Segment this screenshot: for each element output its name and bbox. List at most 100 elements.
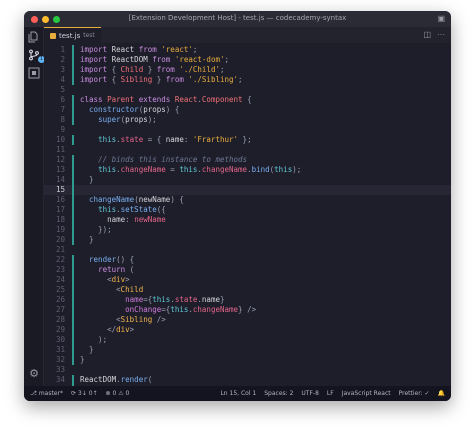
- code-token: import: [80, 65, 112, 74]
- line-number[interactable]: 23: [46, 265, 65, 275]
- sync-indicator[interactable]: ⟳ 3↓ 0↑: [71, 390, 98, 397]
- line-number[interactable]: 7: [46, 105, 65, 115]
- line-number[interactable]: 15: [46, 185, 65, 195]
- line-number[interactable]: 10: [46, 135, 65, 145]
- code-line[interactable]: 33: [44, 365, 451, 375]
- code-line[interactable]: 26 name={this.state.name}: [44, 295, 451, 305]
- code-line[interactable]: 32}: [44, 355, 451, 365]
- code-line[interactable]: 14 }: [44, 175, 451, 185]
- code-line[interactable]: 34 ReactDOM.render(: [44, 375, 451, 385]
- branch-indicator[interactable]: ⎇ master*: [30, 390, 63, 397]
- line-number[interactable]: 28: [46, 315, 65, 325]
- line-number[interactable]: 4: [46, 75, 65, 85]
- split-editor-icon[interactable]: ◫: [423, 29, 431, 40]
- code-line[interactable]: 10 this.state = { name: 'Frarthur' };: [44, 135, 451, 145]
- code-line[interactable]: 3 import { Child } from './Child';: [44, 65, 451, 75]
- code-line[interactable]: 12 // binds this instance to methods: [44, 155, 451, 165]
- code-line[interactable]: 9: [44, 125, 451, 135]
- code-line[interactable]: 30 );: [44, 335, 451, 345]
- code-line[interactable]: 16 changeName(newName) {: [44, 195, 451, 205]
- line-number[interactable]: 30: [46, 335, 65, 345]
- code-token: ;: [219, 65, 225, 74]
- files-icon[interactable]: [28, 31, 40, 43]
- line-number[interactable]: 32: [46, 355, 65, 365]
- code-line[interactable]: 19 });: [44, 225, 451, 235]
- line-number[interactable]: 29: [46, 325, 65, 335]
- code-line[interactable]: 7 constructor(props) {: [44, 105, 451, 115]
- code-token: name: [107, 215, 126, 224]
- line-number[interactable]: 14: [46, 175, 65, 185]
- line-number[interactable]: 24: [46, 275, 65, 285]
- git-added-gutter-marker: [72, 165, 74, 175]
- code-line[interactable]: 29 </div>: [44, 325, 451, 335]
- code-line[interactable]: 23 return (: [44, 265, 451, 275]
- line-number[interactable]: 16: [46, 195, 65, 205]
- tab-description: test: [83, 32, 95, 39]
- language-mode[interactable]: JavaScript React: [342, 390, 391, 397]
- line-number[interactable]: 11: [46, 145, 65, 155]
- line-number[interactable]: 12: [46, 155, 65, 165]
- prettier-status[interactable]: Prettier: ✓: [399, 390, 430, 397]
- code-line[interactable]: 15: [44, 185, 451, 195]
- code-line[interactable]: 5: [44, 85, 451, 95]
- code-token: } />: [238, 305, 257, 314]
- indentation[interactable]: Spaces: 2: [264, 390, 293, 397]
- line-number[interactable]: 18: [46, 215, 65, 225]
- code-line[interactable]: 20 }: [44, 235, 451, 245]
- problems-indicator[interactable]: ⊗ 0 ⚠ 0: [106, 390, 130, 397]
- line-number[interactable]: 25: [46, 285, 65, 295]
- code-line[interactable]: 13 this.changeName = this.changeName.bin…: [44, 165, 451, 175]
- cursor-position[interactable]: Ln 15, Col 1: [220, 390, 256, 397]
- source-control-icon[interactable]: 1: [28, 49, 45, 63]
- more-icon[interactable]: ···: [437, 29, 445, 40]
- git-added-gutter-marker: [72, 155, 74, 165]
- code-line[interactable]: 11: [44, 145, 451, 155]
- line-number[interactable]: 19: [46, 225, 65, 235]
- code-line[interactable]: 18 name: newName: [44, 215, 451, 225]
- code-token: <: [80, 285, 121, 294]
- code-line[interactable]: 31 }: [44, 345, 451, 355]
- line-number[interactable]: 3: [46, 65, 65, 75]
- code-line[interactable]: 25 <Child: [44, 285, 451, 295]
- layout-icon[interactable]: ▣: [437, 14, 445, 24]
- code-line[interactable]: 6 class Parent extends React.Component {: [44, 95, 451, 105]
- settings-gear-icon[interactable]: ⚙: [28, 368, 40, 380]
- line-number[interactable]: 27: [46, 305, 65, 315]
- line-number[interactable]: 20: [46, 235, 65, 245]
- line-number[interactable]: 9: [46, 125, 65, 135]
- code-line[interactable]: 4 import { Sibling } from './Sibling';: [44, 75, 451, 85]
- code-line[interactable]: 22 render() {: [44, 255, 451, 265]
- line-number[interactable]: 26: [46, 295, 65, 305]
- code-token: this: [98, 135, 117, 144]
- code-line[interactable]: 28 <Sibling />: [44, 315, 451, 325]
- code-line[interactable]: 27 onChange={this.changeName} />: [44, 305, 451, 315]
- code-editor[interactable]: 1 import React from 'react'; 2 import React…: [44, 43, 451, 386]
- code-text: changeName(newName) {: [80, 195, 184, 205]
- line-number[interactable]: 8: [46, 115, 65, 125]
- code-line[interactable]: 8 super(props);: [44, 115, 451, 125]
- extensions-icon[interactable]: [28, 67, 40, 79]
- line-number[interactable]: 31: [46, 345, 65, 355]
- code-line[interactable]: 21: [44, 245, 451, 255]
- line-number[interactable]: 13: [46, 165, 65, 175]
- code-line[interactable]: 2 import ReactDOM from 'react-dom';: [44, 55, 451, 65]
- line-number[interactable]: 5: [46, 85, 65, 95]
- tab-test-js[interactable]: test.js test: [44, 27, 101, 43]
- line-number[interactable]: 2: [46, 55, 65, 65]
- line-number[interactable]: 22: [46, 255, 65, 265]
- encoding[interactable]: UTF-8: [301, 390, 319, 397]
- code-line[interactable]: 17 this.setState({: [44, 205, 451, 215]
- line-number[interactable]: 1: [46, 45, 65, 55]
- code-line[interactable]: 24 <div>: [44, 275, 451, 285]
- code-line[interactable]: 1 import React from 'react';: [44, 45, 451, 55]
- line-number[interactable]: 17: [46, 205, 65, 215]
- line-number[interactable]: 6: [46, 95, 65, 105]
- line-number[interactable]: 33: [46, 365, 65, 375]
- notifications-icon[interactable]: 🔔: [438, 390, 445, 397]
- line-number[interactable]: 34: [46, 375, 65, 385]
- line-number[interactable]: 21: [46, 245, 65, 255]
- code-token: (: [147, 375, 153, 384]
- end-of-line[interactable]: LF: [327, 390, 334, 397]
